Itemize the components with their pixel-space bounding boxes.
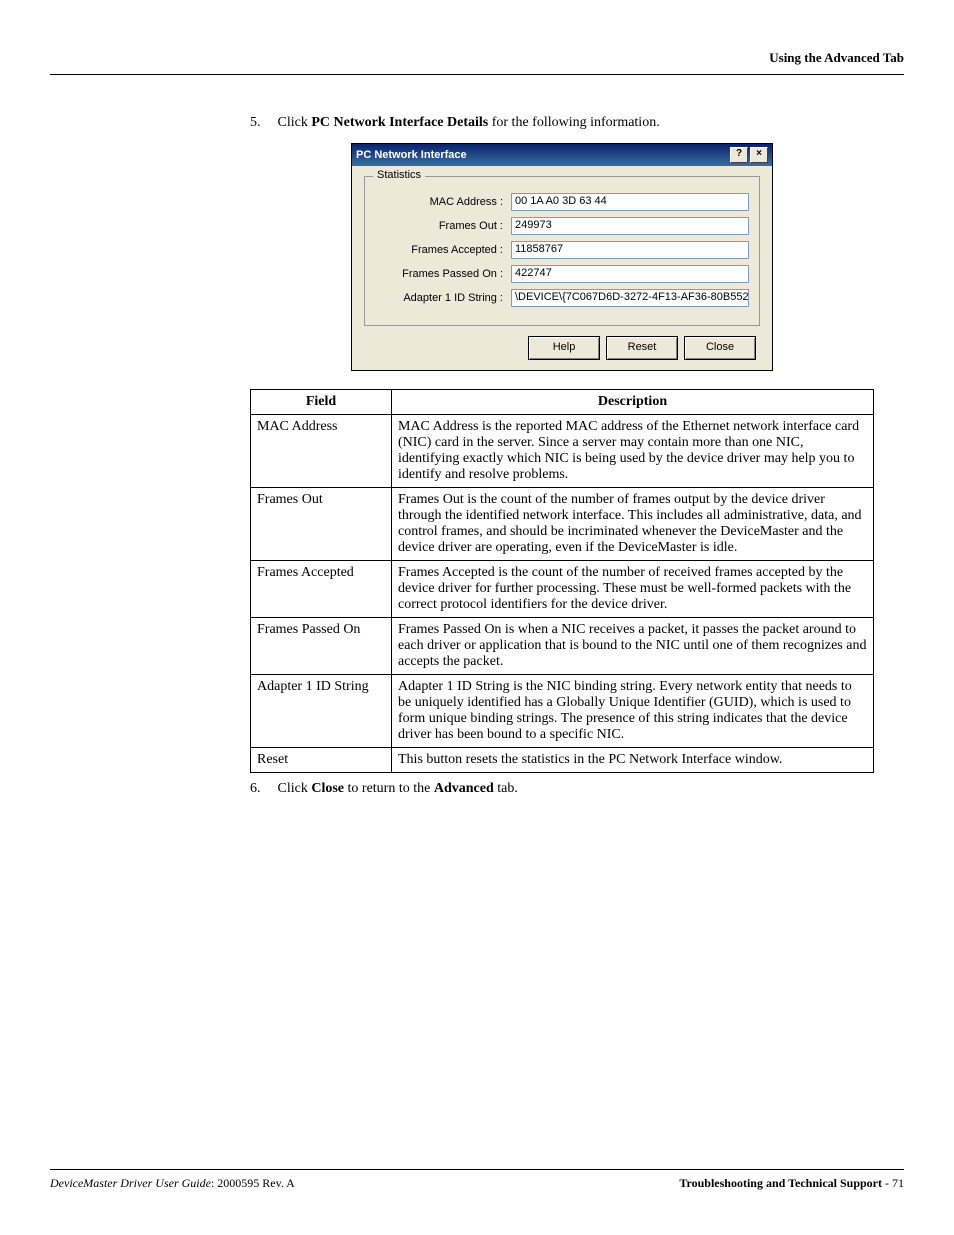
footer-revision: : 2000595 Rev. A — [211, 1176, 295, 1190]
step-6-text-post: tab. — [494, 781, 518, 796]
field-cell: Frames Out — [251, 488, 392, 561]
page-header-section: Using the Advanced Tab — [50, 50, 904, 66]
field-cell: Reset — [251, 748, 392, 773]
frames-out-label: Frames Out : — [375, 220, 511, 232]
mac-address-label: MAC Address : — [375, 196, 511, 208]
adapter-id-label: Adapter 1 ID String : — [375, 292, 511, 304]
footer-page-number: - 71 — [882, 1176, 904, 1190]
desc-cell: Frames Passed On is when a NIC receives … — [392, 618, 874, 675]
mac-address-field[interactable]: 00 1A A0 3D 63 44 — [511, 193, 749, 211]
field-cell: MAC Address — [251, 415, 392, 488]
statistics-group: Statistics MAC Address : 00 1A A0 3D 63 … — [364, 176, 760, 326]
table-row: MAC Address MAC Address is the reported … — [251, 415, 874, 488]
step-6-bold-1: Close — [311, 781, 344, 796]
footer-rule — [50, 1169, 904, 1170]
dialog-close-button[interactable]: × — [750, 147, 768, 163]
desc-cell: This button resets the statistics in the… — [392, 748, 874, 773]
table-row: Frames Out Frames Out is the count of th… — [251, 488, 874, 561]
step-6: 6. Click Close to return to the Advanced… — [250, 781, 874, 797]
step-5-bold: PC Network Interface Details — [311, 115, 488, 130]
pc-network-interface-dialog: PC Network Interface ? × Statistics MAC … — [351, 143, 773, 371]
frames-accepted-field[interactable]: 11858767 — [511, 241, 749, 259]
statistics-group-title: Statistics — [373, 169, 425, 181]
field-cell: Frames Accepted — [251, 561, 392, 618]
frames-passed-on-field[interactable]: 422747 — [511, 265, 749, 283]
step-5: 5. Click PC Network Interface Details fo… — [250, 115, 874, 131]
step-5-text-pre: Click — [278, 115, 312, 130]
dialog-title: PC Network Interface — [356, 149, 467, 161]
desc-cell: MAC Address is the reported MAC address … — [392, 415, 874, 488]
table-row: Adapter 1 ID String Adapter 1 ID String … — [251, 675, 874, 748]
dialog-titlebar: PC Network Interface ? × — [352, 144, 772, 166]
field-cell: Adapter 1 ID String — [251, 675, 392, 748]
table-header-field: Field — [251, 390, 392, 415]
step-6-number: 6. — [250, 781, 274, 797]
frames-passed-on-label: Frames Passed On : — [375, 268, 511, 280]
table-header-description: Description — [392, 390, 874, 415]
step-6-text-mid: to return to the — [344, 781, 434, 796]
close-button[interactable]: Close — [684, 336, 756, 360]
desc-cell: Adapter 1 ID String is the NIC binding s… — [392, 675, 874, 748]
help-button[interactable]: Help — [528, 336, 600, 360]
step-6-text-pre: Click — [278, 781, 312, 796]
desc-cell: Frames Out is the count of the number of… — [392, 488, 874, 561]
reset-button[interactable]: Reset — [606, 336, 678, 360]
field-description-table: Field Description MAC Address MAC Addres… — [250, 389, 874, 773]
table-row: Reset This button resets the statistics … — [251, 748, 874, 773]
dialog-help-button[interactable]: ? — [730, 147, 748, 163]
page-footer: DeviceMaster Driver User Guide: 2000595 … — [50, 1162, 904, 1191]
desc-cell: Frames Accepted is the count of the numb… — [392, 561, 874, 618]
step-6-bold-2: Advanced — [434, 781, 494, 796]
footer-section-title: Troubleshooting and Technical Support — [679, 1176, 882, 1190]
step-5-number: 5. — [250, 115, 274, 131]
frames-accepted-label: Frames Accepted : — [375, 244, 511, 256]
footer-guide-title: DeviceMaster Driver User Guide — [50, 1176, 211, 1190]
adapter-id-field[interactable]: \DEVICE\{7C067D6D-3272-4F13-AF36-80B5521… — [511, 289, 749, 307]
table-row: Frames Accepted Frames Accepted is the c… — [251, 561, 874, 618]
header-rule — [50, 74, 904, 75]
table-row: Frames Passed On Frames Passed On is whe… — [251, 618, 874, 675]
frames-out-field[interactable]: 249973 — [511, 217, 749, 235]
step-5-text-post: for the following information. — [488, 115, 659, 130]
field-cell: Frames Passed On — [251, 618, 392, 675]
